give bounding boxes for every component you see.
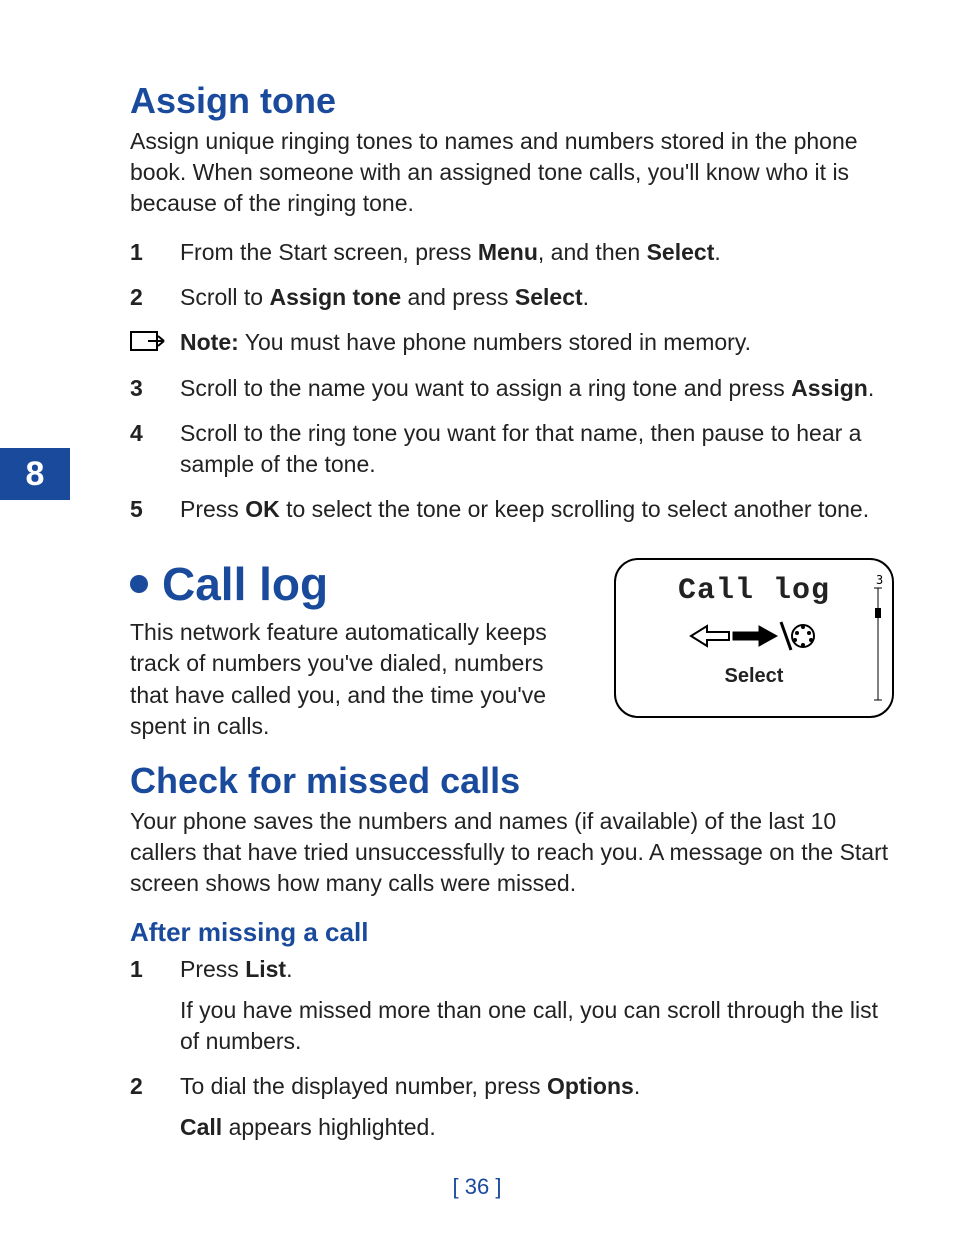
step-3: 3 Scroll to the name you want to assign … bbox=[130, 373, 894, 404]
step-number: 4 bbox=[130, 418, 180, 449]
call-log-figure: Call log Select 3 bbox=[614, 558, 894, 718]
bullet-icon bbox=[130, 575, 148, 593]
figure-index: 3 bbox=[876, 574, 883, 587]
figure-arrows-icon bbox=[689, 616, 819, 661]
missed-intro: Your phone saves the numbers and names (… bbox=[130, 806, 894, 899]
step-1: 1 Press List. If you have missed more th… bbox=[130, 954, 894, 1057]
step-number: 2 bbox=[130, 1071, 180, 1102]
manual-page: 8 Assign tone Assign unique ringing tone… bbox=[0, 0, 954, 1248]
assign-tone-steps: 1 From the Start screen, press Menu, and… bbox=[130, 237, 894, 313]
step-text: From the Start screen, press Menu, and t… bbox=[180, 237, 894, 268]
page-number: [ 36 ] bbox=[0, 1174, 954, 1200]
subheading-after-missing: After missing a call bbox=[130, 917, 894, 948]
chapter-number: 8 bbox=[26, 455, 45, 494]
note-row: Note: You must have phone numbers stored… bbox=[130, 327, 894, 359]
note-icon bbox=[130, 327, 180, 359]
step-text: Scroll to the ring tone you want for tha… bbox=[180, 418, 894, 480]
missed-steps: 1 Press List. If you have missed more th… bbox=[130, 954, 894, 1143]
note-text: Note: You must have phone numbers stored… bbox=[180, 327, 894, 358]
figure-scrollbar: 3 bbox=[872, 574, 884, 706]
figure-title: Call log bbox=[678, 574, 830, 608]
step-text: Scroll to the name you want to assign a … bbox=[180, 373, 894, 404]
step-text: Press List. If you have missed more than… bbox=[180, 954, 894, 1057]
step-text: To dial the displayed number, press Opti… bbox=[180, 1071, 894, 1143]
step-number: 2 bbox=[130, 282, 180, 313]
step-2: 2 Scroll to Assign tone and press Select… bbox=[130, 282, 894, 313]
assign-tone-steps-cont: 3 Scroll to the name you want to assign … bbox=[130, 373, 894, 525]
step-5: 5 Press OK to select the tone or keep sc… bbox=[130, 494, 894, 525]
heading-call-log: Call log bbox=[162, 557, 328, 611]
heading-missed-calls: Check for missed calls bbox=[130, 760, 894, 802]
step-2: 2 To dial the displayed number, press Op… bbox=[130, 1071, 894, 1143]
heading-assign-tone: Assign tone bbox=[130, 80, 894, 122]
step-text: Scroll to Assign tone and press Select. bbox=[180, 282, 894, 313]
step-number: 3 bbox=[130, 373, 180, 404]
assign-tone-intro: Assign unique ringing tones to names and… bbox=[130, 126, 894, 219]
step-number: 5 bbox=[130, 494, 180, 525]
chapter-tab: 8 bbox=[0, 448, 70, 500]
call-log-intro: This network feature automatically keeps… bbox=[130, 617, 570, 741]
step-4: 4 Scroll to the ring tone you want for t… bbox=[130, 418, 894, 480]
step-1: 1 From the Start screen, press Menu, and… bbox=[130, 237, 894, 268]
step-text: Press OK to select the tone or keep scro… bbox=[180, 494, 894, 525]
figure-softkey-label: Select bbox=[725, 665, 784, 688]
step-number: 1 bbox=[130, 954, 180, 985]
step-number: 1 bbox=[130, 237, 180, 268]
